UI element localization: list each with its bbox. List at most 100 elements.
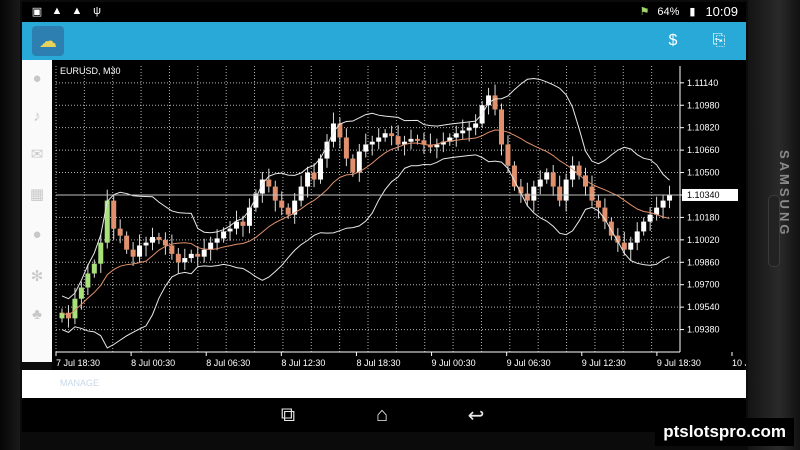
x-tick-label: 9 Jul 18:30	[657, 358, 701, 368]
y-tick-label: 1.09380	[687, 325, 720, 335]
candle-bear	[395, 136, 401, 145]
battery-percent: 64%	[657, 5, 680, 18]
candle-bull	[376, 137, 382, 142]
bollinger-upper-line	[61, 78, 670, 300]
candle-bear	[162, 239, 168, 246]
warning-icon: ▲	[71, 5, 83, 17]
candle-bear	[117, 228, 123, 236]
candle-bear	[111, 200, 117, 229]
candle-bull	[149, 237, 155, 243]
chart-svg[interactable]: 1.11140 1.10980 1.10820 1.10660 1.10500 1.103…	[52, 60, 746, 370]
candle-bear	[557, 186, 563, 201]
candle-bull	[473, 123, 479, 128]
candle-bull	[298, 186, 304, 201]
symbols-icon[interactable]: $	[662, 30, 684, 52]
candle-bull	[143, 242, 149, 246]
x-tick-label: 8 Jul 18:30	[356, 358, 400, 368]
back-icon[interactable]: ↩	[456, 403, 496, 427]
candle-bull	[647, 214, 653, 222]
nav-bar: ⧉ ⌂ ↩ ︿	[22, 398, 746, 432]
x-tick-label: 10 Jul 00:30	[732, 358, 746, 368]
music-icon[interactable]: ♪	[27, 106, 47, 126]
candle-bear	[169, 245, 175, 254]
candle-bear	[389, 133, 395, 137]
candle-bear	[279, 200, 285, 208]
candle-bear	[130, 249, 136, 257]
status-icons-right: ⚑ 64% ▮ 10:09	[637, 4, 738, 19]
footer-text: MANAGE	[60, 378, 100, 388]
candle-bear	[195, 253, 201, 257]
device-bezel-left	[0, 0, 20, 450]
y-tick-label: 1.10020	[687, 235, 720, 245]
candle-bull	[137, 245, 143, 257]
calendar-icon[interactable]: ▦	[27, 184, 47, 204]
candle-bull	[85, 273, 91, 288]
settings-icon[interactable]: ✻	[27, 266, 47, 286]
candle-bull	[78, 287, 84, 299]
y-tick-label: 1.11140	[687, 78, 718, 88]
candle-bull	[408, 138, 414, 142]
x-tick-label: 9 Jul 00:30	[432, 358, 476, 368]
candle-bear	[266, 179, 272, 187]
y-tick-label: 1.10820	[687, 123, 720, 133]
candle-bull	[201, 249, 207, 257]
device-side-button[interactable]	[768, 195, 780, 267]
candle-bull	[634, 231, 640, 243]
candle-bull	[453, 133, 459, 138]
price-chart[interactable]: 1.11140 1.10980 1.10820 1.10660 1.10500 1.103…	[52, 60, 746, 370]
candle-bull	[227, 228, 233, 232]
clock: 10:09	[705, 4, 738, 19]
candle-bull	[214, 238, 220, 243]
warning-icon: ▲	[51, 5, 63, 17]
candle-bull	[98, 242, 104, 264]
candle-bull	[660, 200, 666, 208]
user-icon[interactable]: ●	[27, 68, 47, 88]
status-icons-left: ▣ ▲ ▲ ψ	[30, 5, 104, 18]
candle-bear	[589, 186, 595, 201]
candle-bull	[460, 130, 466, 134]
x-tick-label: 9 Jul 12:30	[582, 358, 626, 368]
side-drawer: ● ♪ ✉ ▦ ● ✻ ♣	[22, 60, 53, 362]
battery-icon: ▮	[689, 6, 696, 18]
candle-bull	[369, 141, 375, 145]
candle-bull	[466, 127, 472, 131]
app-logo-icon[interactable]: ☁	[32, 26, 64, 56]
candle-bear	[621, 242, 627, 250]
candle-bear	[124, 235, 130, 250]
candle-bear	[505, 144, 511, 166]
new-order-icon[interactable]: ⎘	[708, 30, 730, 52]
candle-bear	[272, 186, 278, 201]
candle-bear	[156, 237, 162, 240]
x-tick-label: 8 Jul 12:30	[281, 358, 325, 368]
footer-strip: MANAGE	[22, 370, 746, 398]
y-tick-label: 1.09540	[687, 302, 720, 312]
recent-apps-icon[interactable]: ⧉	[268, 403, 308, 427]
home-icon[interactable]: ⌂	[362, 403, 402, 427]
candle-bear	[498, 109, 504, 145]
x-tick-label: 7 Jul 18:30	[56, 358, 100, 368]
candle-bear	[492, 95, 498, 110]
candle-bull	[318, 158, 324, 180]
photo-icon: ▣	[31, 5, 43, 18]
bollinger-lower-line	[61, 154, 670, 349]
chat-icon[interactable]: ●	[27, 224, 47, 244]
current-price-label: 1.10340	[687, 190, 720, 200]
y-tick-label: 1.10180	[687, 212, 720, 222]
candle-bear	[414, 138, 420, 141]
candle-bull	[544, 172, 550, 180]
candle-bear	[350, 158, 356, 173]
x-tick-label: 8 Jul 06:30	[206, 358, 250, 368]
candle-bear	[550, 172, 556, 187]
candle-bear	[343, 137, 349, 159]
y-tick-label: 1.10660	[687, 145, 720, 155]
y-tick-label: 1.09860	[687, 257, 720, 267]
candle-bull	[537, 179, 543, 187]
y-tick-label: 1.10500	[687, 168, 720, 178]
tree-icon[interactable]: ♣	[27, 304, 47, 324]
mail-icon[interactable]: ✉	[27, 144, 47, 164]
candle-bull	[563, 179, 569, 201]
candle-bear	[576, 165, 582, 176]
candle-bear	[311, 172, 317, 180]
candle-bull	[221, 231, 227, 239]
candle-bull	[531, 186, 537, 201]
